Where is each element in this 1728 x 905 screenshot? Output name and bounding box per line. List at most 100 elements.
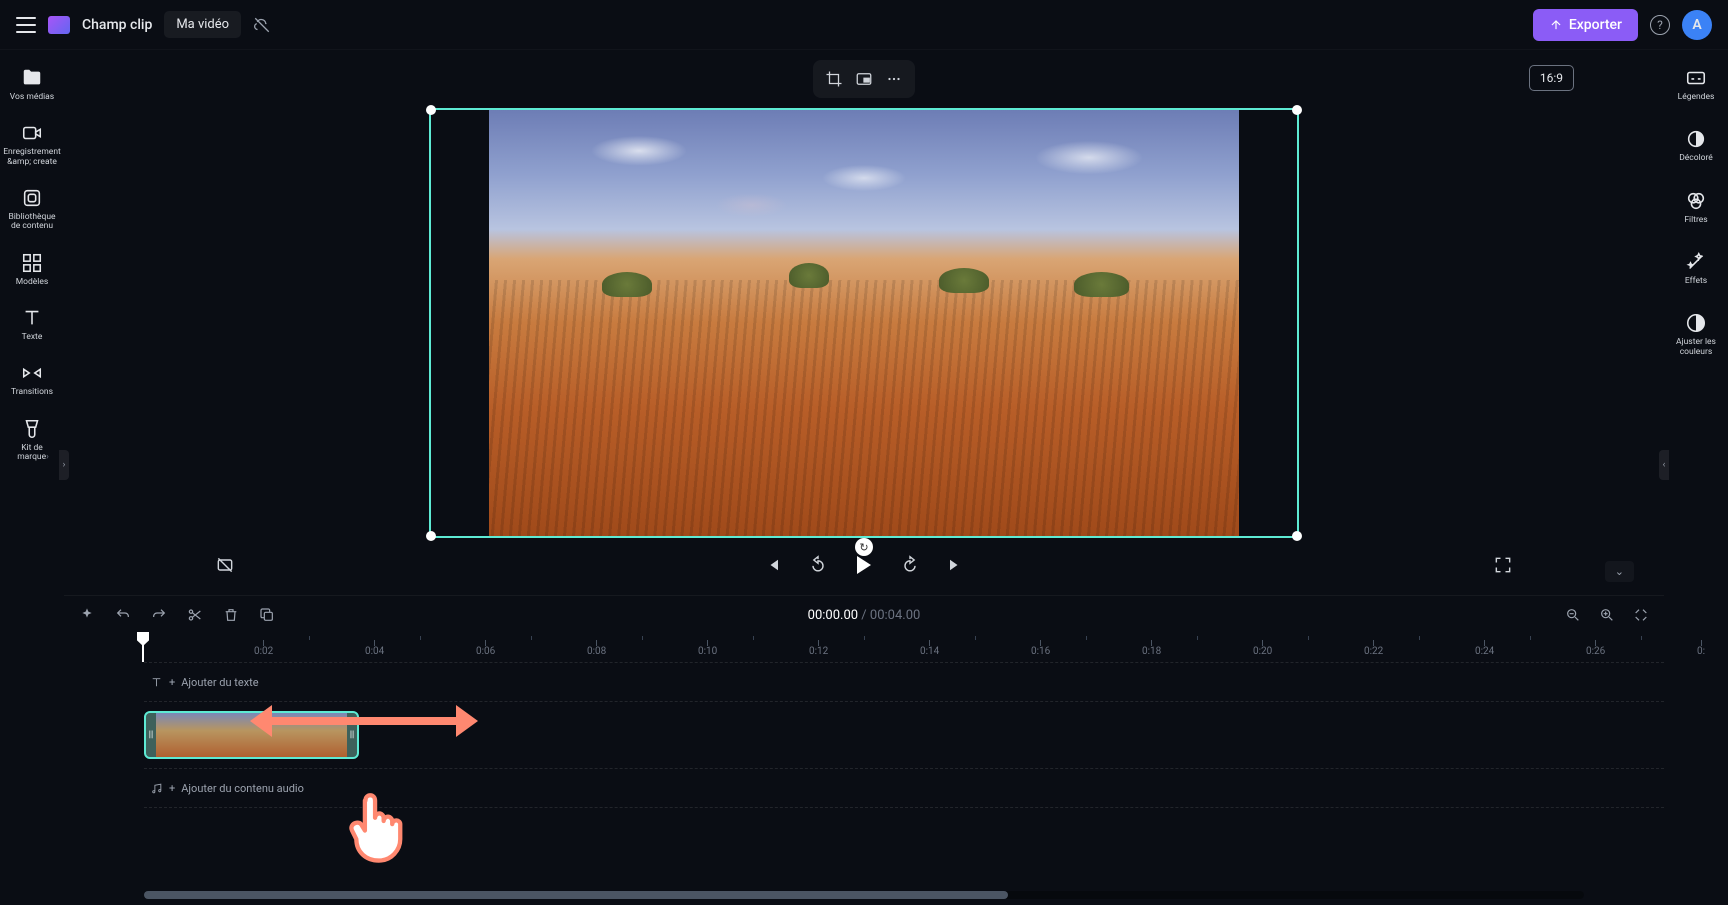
ruler-mark: 0:18 [1142,640,1161,657]
sidebar-item-effects[interactable]: Effets [1666,248,1726,289]
total-time: 00:04.00 [870,608,920,623]
clip-trim-handle-left[interactable]: || [146,713,156,757]
sidebar-item-filters[interactable]: Filtres [1666,187,1726,228]
adjust-icon [1685,312,1707,334]
ruler-mark: 0:14 [920,640,939,657]
export-label: Exporter [1569,17,1622,33]
preview-image[interactable] [489,110,1239,536]
more-icon[interactable] [881,66,907,92]
app-logo-icon [48,16,70,34]
forward-icon[interactable] [899,554,921,576]
current-time: 00:00.00 [808,608,858,623]
redo-icon[interactable] [150,606,168,624]
library-icon [21,187,43,209]
fullscreen-icon[interactable] [1492,554,1514,576]
app-header: Champ clip Ma vidéo Exporter ? A [0,0,1728,50]
sidebar-item-record[interactable]: Enregistrement &amp; create [2,119,62,170]
cloud-off-icon[interactable] [253,16,271,34]
duplicate-icon[interactable] [258,606,276,624]
skip-forward-icon[interactable] [945,554,967,576]
split-icon[interactable] [186,606,204,624]
timeline-panel: 00:00.00 / 00:04.00 0:020:040:060:080:10… [64,595,1664,905]
video-clip[interactable]: || || [144,711,359,759]
right-sidebar: Légendes Décoloré Filtres Effets Ajuster… [1664,50,1728,905]
sidebar-item-templates[interactable]: Modèles [2,249,62,290]
sidebar-item-transitions[interactable]: Transitions [2,359,62,400]
clip-trim-handle-right[interactable]: || [347,713,357,757]
add-audio-plus: + [169,782,175,795]
crop-icon[interactable] [821,66,847,92]
resize-handle-icon[interactable] [1292,105,1302,115]
timeline-scrollbar[interactable] [144,891,1584,899]
collapse-timeline-icon[interactable]: ⌄ [1605,561,1634,582]
canvas-selection-frame[interactable]: ↻ [429,108,1299,538]
zoom-in-icon[interactable] [1598,606,1616,624]
effects-icon [1685,251,1707,273]
pip-icon[interactable] [851,66,877,92]
sidebar-label: Modèles [16,278,49,287]
ruler-mark: 0:24 [1475,640,1494,657]
time-display: 00:00.00 / 00:04.00 [808,608,921,623]
zoom-out-icon[interactable] [1564,606,1582,624]
sidebar-label: Kit de marque› [5,444,58,463]
audio-track-label: Ajouter du contenu audio [181,782,304,795]
text-track[interactable]: + Ajouter du texte [144,662,1664,702]
trash-icon[interactable] [222,606,240,624]
add-text-plus: + [169,676,175,689]
rewind-icon[interactable] [807,554,829,576]
sidebar-item-media[interactable]: Vos médias [2,64,62,105]
timeline-ruler[interactable]: 0:020:040:060:080:100:120:140:160:180:20… [64,634,1664,662]
app-title: Champ clip [82,17,152,33]
sidebar-item-captions[interactable]: Légendes [1666,64,1726,105]
ruler-mark: 0:20 [1253,640,1272,657]
preview-area: 16:9 ↻ [64,50,1664,595]
preview-toolbar [813,60,915,98]
sidebar-label: Légendes [1678,93,1715,102]
upload-icon [1549,18,1563,32]
captions-icon [1685,67,1707,89]
sidebar-label: Filtres [1684,216,1707,225]
ruler-mark: 0:22 [1364,640,1383,657]
sidebar-expand-icon[interactable]: ‹ [1659,450,1669,480]
sidebar-item-text[interactable]: Texte [2,304,62,345]
ruler-mark: 0:12 [809,640,828,657]
zoom-fit-icon[interactable] [1632,606,1650,624]
ruler-mark: 0:16 [1031,640,1050,657]
sidebar-label: Effets [1685,277,1707,286]
sidebar-label: Enregistrement &amp; create [3,148,61,167]
audio-track[interactable]: + Ajouter du contenu audio [144,768,1664,808]
help-icon[interactable]: ? [1650,15,1670,35]
sidebar-label: Ajuster les couleurs [1669,338,1723,357]
video-name-input[interactable]: Ma vidéo [164,11,241,38]
text-track-label: Ajouter du texte [181,676,258,689]
resize-handle-icon[interactable] [426,105,436,115]
sidebar-item-brandkit[interactable]: Kit de marque› [2,415,62,466]
text-icon [21,307,43,329]
playhead[interactable] [142,634,144,662]
sidebar-item-library[interactable]: Bibliothèque de contenu [2,184,62,235]
sidebar-label: Décoloré [1679,154,1713,163]
sidebar-item-adjust[interactable]: Ajuster les couleurs [1666,309,1726,360]
sidebar-item-fade[interactable]: Décoloré [1666,125,1726,166]
magic-icon[interactable] [78,606,96,624]
hide-overlay-icon[interactable] [214,554,236,576]
sidebar-label: Texte [22,333,43,342]
ruler-mark: 0:08 [587,640,606,657]
ruler-mark: 0:06 [476,640,495,657]
avatar[interactable]: A [1682,10,1712,40]
filters-icon [1685,190,1707,212]
music-icon [150,782,163,795]
ruler-mark: 0:10 [698,640,717,657]
undo-icon[interactable] [114,606,132,624]
brandkit-icon [21,418,43,440]
playback-controls: ⌄ [64,538,1664,592]
menu-icon[interactable] [16,17,36,33]
left-sidebar: Vos médias Enregistrement &amp; create B… [0,50,64,905]
play-button[interactable] [853,554,875,576]
aspect-ratio-button[interactable]: 16:9 [1529,65,1574,91]
fade-icon [1685,128,1707,150]
skip-back-icon[interactable] [761,554,783,576]
export-button[interactable]: Exporter [1533,9,1638,41]
transitions-icon [21,362,43,384]
timeline-tracks: + Ajouter du texte || || + Ajouter du co… [64,662,1664,891]
